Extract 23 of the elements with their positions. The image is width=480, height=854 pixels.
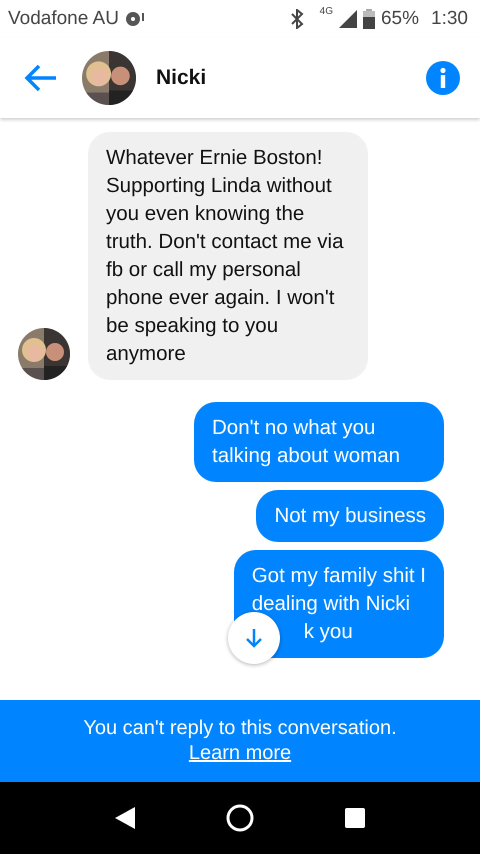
clock: 1:30 xyxy=(431,8,468,30)
carrier-name: Vodafone AU xyxy=(8,8,119,30)
bluetooth-icon xyxy=(290,9,304,29)
message-text: dealing with Nicki xyxy=(252,591,410,617)
message-text: Got my family shit I xyxy=(252,563,426,589)
network-type: 4G xyxy=(320,6,333,17)
battery-level: 65% xyxy=(380,8,420,30)
avatar xyxy=(18,328,70,380)
banner-text: You can't reply to this conversation. xyxy=(83,717,397,739)
signal-icon xyxy=(338,10,357,28)
home-icon[interactable] xyxy=(225,803,255,833)
message-text: Don't no what you talking about woman xyxy=(212,415,402,469)
message-text: Whatever Ernie Boston! Supporting Linda without you even knowing the truth. Don't contact me via fb or call my personal phone ever again. I won't be speaking to you anymore xyxy=(106,145,344,367)
message-text: Not my business xyxy=(274,503,426,529)
down-arrow-icon xyxy=(244,627,263,649)
message-text: k you xyxy=(304,619,353,645)
avatar xyxy=(82,51,136,105)
info-icon[interactable] xyxy=(426,61,460,95)
battery-icon xyxy=(362,9,375,29)
back-icon[interactable] xyxy=(115,807,135,829)
notification-icon xyxy=(124,11,147,27)
contact-name: Nicki xyxy=(156,66,206,90)
learn-more-link[interactable]: Learn more xyxy=(188,742,292,764)
